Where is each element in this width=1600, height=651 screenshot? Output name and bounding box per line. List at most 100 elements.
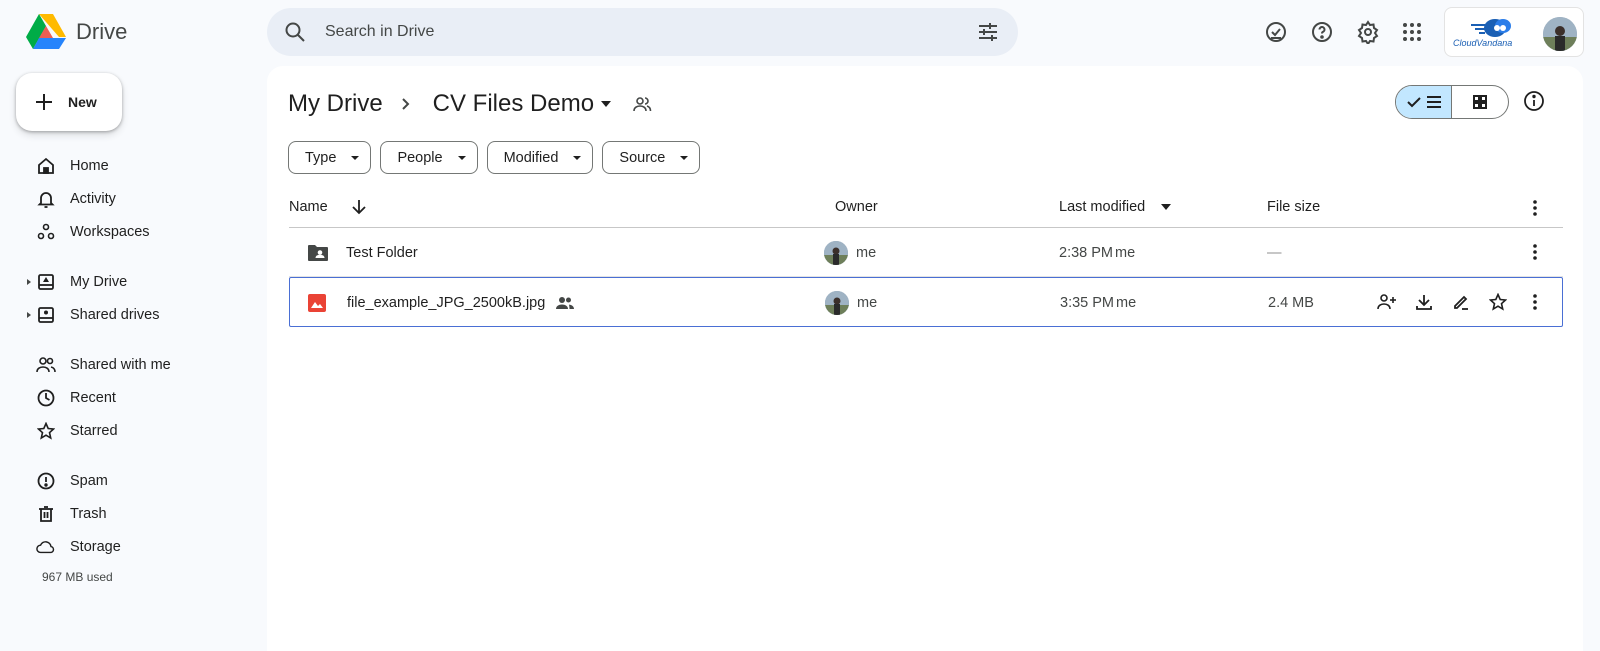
spam-icon (36, 471, 56, 491)
last-modified-time: 3:35 PM (1060, 294, 1114, 311)
download-icon[interactable] (1412, 290, 1436, 314)
apps-grid-icon[interactable] (1398, 18, 1426, 46)
star-icon[interactable] (1486, 290, 1510, 314)
owner-cell: me (824, 228, 876, 277)
column-name[interactable]: Name (289, 199, 328, 215)
sidebar-item-label: Recent (70, 390, 116, 406)
grid-view-button[interactable] (1452, 86, 1508, 118)
trash-icon (36, 504, 56, 524)
last-modified-by: me (1116, 294, 1137, 311)
breadcrumb: My Drive CV Files Demo (288, 86, 652, 122)
image-file-icon (308, 278, 326, 327)
filter-modified[interactable]: Modified (486, 141, 594, 174)
rename-edit-icon[interactable] (1449, 290, 1473, 314)
list-view-button[interactable] (1396, 86, 1453, 118)
owner-cell: me (825, 278, 877, 327)
sidebar-item-label: Trash (70, 506, 107, 522)
sidebar-item-label: Workspaces (70, 224, 150, 240)
sidebar-item-workspaces[interactable]: Workspaces (0, 216, 250, 248)
dropdown-arrow-icon (680, 155, 689, 160)
sidebar-item-storage[interactable]: Storage (0, 531, 250, 563)
settings-gear-icon[interactable] (1354, 18, 1382, 46)
breadcrumb-my-drive[interactable]: My Drive (288, 90, 383, 118)
file-name[interactable]: file_example_JPG_2500kB.jpg (347, 278, 545, 327)
avatar (825, 290, 849, 315)
sidebar-item-recent[interactable]: Recent (0, 382, 250, 414)
avatar[interactable] (1543, 17, 1577, 51)
table-row[interactable]: Test Folder me 2:38 PM me — (289, 228, 1563, 277)
sidebar-item-label: Storage (70, 539, 121, 555)
sidebar-item-shared-drives[interactable]: Shared drives (0, 299, 250, 331)
cloud-icon (36, 537, 56, 557)
sidebar-item-my-drive[interactable]: My Drive (0, 266, 250, 298)
column-file-size[interactable]: File size (1267, 199, 1320, 215)
share-add-person-icon[interactable] (1375, 290, 1399, 314)
storage-usage-text: 967 MB used (42, 570, 113, 584)
table-row[interactable]: file_example_JPG_2500kB.jpg me 3:35 PM m… (289, 277, 1563, 327)
dropdown-arrow-icon (351, 155, 360, 160)
view-toggle (1395, 85, 1509, 119)
drive-logo[interactable]: Drive (26, 14, 127, 50)
clock-icon (36, 388, 56, 408)
search-options-icon[interactable] (976, 20, 1000, 44)
sidebar-item-label: Shared drives (70, 307, 160, 323)
new-button[interactable]: New (16, 73, 122, 131)
more-vert-icon[interactable] (1523, 290, 1547, 314)
plus-icon (34, 92, 54, 112)
expand-caret-icon[interactable] (25, 278, 33, 286)
more-vert-icon[interactable] (1525, 198, 1545, 218)
sidebar-item-label: Shared with me (70, 357, 171, 373)
sidebar-item-shared-with-me[interactable]: Shared with me (0, 349, 250, 381)
sidebar-item-activity[interactable]: Activity (0, 183, 250, 215)
sidebar-item-spam[interactable]: Spam (0, 465, 250, 497)
filter-type[interactable]: Type (288, 141, 372, 174)
table-header: Name Owner Last modified File size (289, 188, 1563, 228)
search-input[interactable] (325, 8, 925, 56)
search-icon[interactable] (283, 20, 307, 44)
sidebar-item-label: Activity (70, 191, 116, 207)
workspaces-icon (36, 222, 56, 242)
dropdown-arrow-icon (457, 155, 466, 160)
star-icon (36, 421, 56, 441)
list-icon (1426, 96, 1441, 108)
last-modified-by: me (1115, 244, 1136, 261)
shared-drives-icon (36, 305, 56, 325)
main-panel: My Drive CV Files Demo Type People Modif… (267, 66, 1583, 651)
owner-name: me (856, 244, 877, 261)
expand-caret-icon[interactable] (25, 311, 33, 319)
sidebar-item-label: My Drive (70, 274, 128, 290)
last-modified-time: 2:38 PM (1059, 244, 1113, 261)
sort-arrow-down-icon[interactable] (351, 198, 367, 216)
cloudvandana-brand-text: CloudVandana (1453, 38, 1513, 48)
help-icon[interactable] (1308, 18, 1336, 46)
column-owner[interactable]: Owner (835, 199, 878, 215)
bell-icon (36, 189, 56, 209)
new-button-label: New (68, 94, 97, 110)
home-icon (36, 156, 56, 176)
more-vert-icon[interactable] (1523, 240, 1547, 264)
my-drive-icon (36, 272, 56, 292)
breadcrumb-current-folder[interactable]: CV Files Demo (433, 90, 594, 118)
filter-people[interactable]: People (380, 141, 478, 174)
sidebar-item-starred[interactable]: Starred (0, 415, 250, 447)
file-size: — (1267, 244, 1282, 261)
filter-label: People (397, 149, 443, 166)
file-name[interactable]: Test Folder (346, 228, 418, 277)
sidebar-item-home[interactable]: Home (0, 150, 250, 182)
file-size: 2.4 MB (1268, 294, 1314, 311)
folder-menu-dropdown-icon[interactable] (600, 100, 612, 108)
account-button[interactable]: CloudVandana (1444, 7, 1584, 57)
sidebar-item-trash[interactable]: Trash (0, 498, 250, 530)
sort-dropdown-icon[interactable] (1161, 204, 1171, 210)
chevron-right-icon (401, 97, 411, 111)
sidebar-item-label: Spam (70, 473, 108, 489)
offline-ready-icon[interactable] (1262, 18, 1290, 46)
column-last-modified[interactable]: Last modified (1059, 199, 1145, 215)
filter-source[interactable]: Source (602, 141, 701, 174)
shared-folder-people-icon[interactable] (632, 95, 652, 113)
search-bar[interactable] (267, 8, 1018, 56)
top-bar: Drive Search in Drive CloudVandana (0, 0, 1600, 64)
sidebar-item-label: Starred (70, 423, 118, 439)
app-name: Drive (76, 19, 128, 44)
info-icon[interactable] (1523, 90, 1545, 112)
